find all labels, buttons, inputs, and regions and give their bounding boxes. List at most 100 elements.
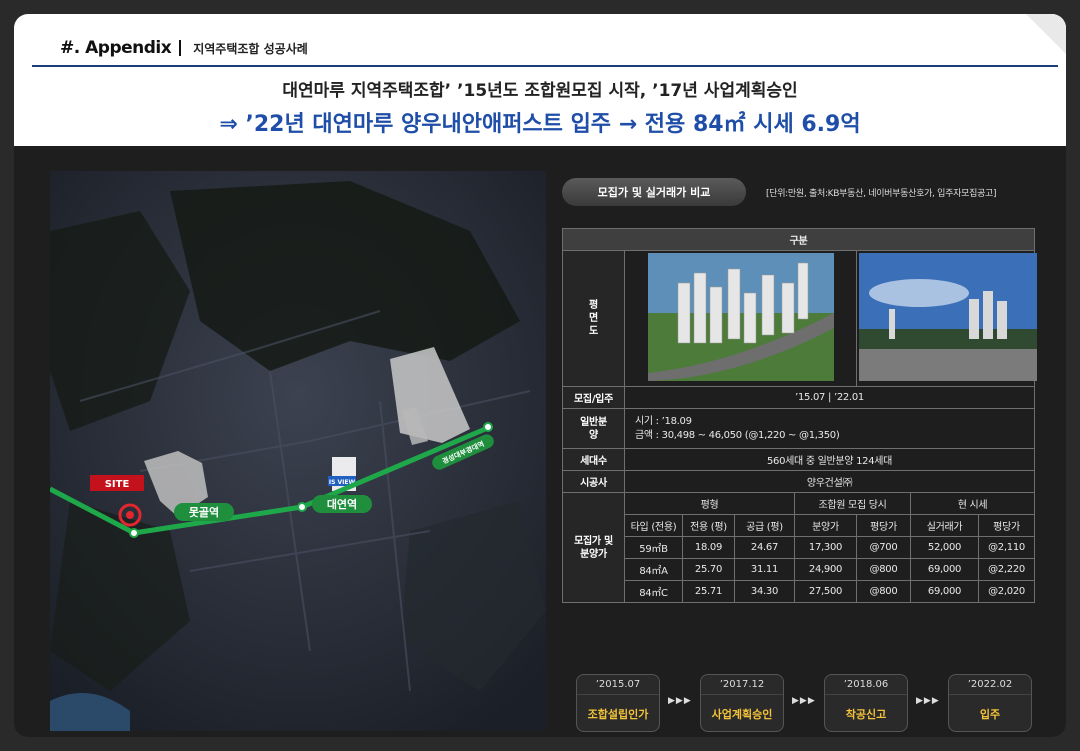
table-cell: 69,000 — [910, 580, 979, 603]
table-cell: @2,020 — [977, 580, 1036, 603]
row-label-builder: 시공사 — [562, 470, 625, 493]
column-header: 공급 (평) — [734, 514, 795, 537]
row-label-text: 일반분양 — [580, 416, 607, 441]
column-header: 타입 (전용) — [624, 514, 683, 537]
row-label-households: 세대수 — [562, 448, 625, 471]
apartment-render-city — [859, 253, 1037, 381]
row-label-recruit: 모집/입주 — [562, 386, 625, 409]
comparison-title: 모집가 및 실거래가 비교 — [562, 178, 746, 206]
row-label-general: 일반분양 — [562, 408, 625, 449]
timeline-date: ’2022.02 — [949, 675, 1031, 695]
column-header: 실거래가 — [910, 514, 979, 537]
table-row: 타입 (전용) 전용 (평) 공급 (평) 분양가 평당가 실거래가 평당가 — [563, 514, 1036, 537]
general-sale-time: 시기 : ’18.09 — [635, 415, 692, 427]
column-header: 평당가 — [856, 514, 911, 537]
table-row: 59㎡B 18.09 24.67 17,300 @700 52,000 @2,1… — [563, 536, 1036, 559]
header-union-time: 조합원 모집 당시 — [794, 492, 911, 515]
table-cell: 25.71 — [682, 580, 735, 603]
station-dot — [297, 502, 307, 512]
table-row: 모집/입주 ’15.07 | ’22.01 — [562, 386, 1036, 409]
timeline-arrow: ▶▶▶ — [668, 696, 692, 706]
table-row: 평면도 — [562, 250, 1037, 387]
table-cell: 27,500 — [794, 580, 857, 603]
timeline-arrow: ▶▶▶ — [916, 696, 940, 706]
timeline-step-construction: ’2018.06 착공신고 — [824, 674, 908, 732]
section-subtitle: 지역주택조합 성공사례 — [193, 41, 308, 56]
title-divider — [179, 40, 182, 56]
render-image-2 — [855, 250, 1037, 387]
timeline-label: 착공신고 — [845, 708, 887, 721]
table-cell: 24,900 — [794, 558, 857, 581]
timeline-label: 조합설립인가 — [587, 708, 649, 721]
recruit-value: ’15.07 | ’22.01 — [623, 386, 1036, 409]
station-dot — [129, 528, 139, 538]
table-row: 시공사 양우건설㈜ — [562, 470, 1036, 493]
row-label-text: 모집가 및 분양가 — [574, 535, 613, 560]
table-cell: @800 — [856, 580, 911, 603]
table-cell: 24.67 — [734, 536, 795, 559]
site-label: SITE — [105, 479, 130, 490]
households-value: 560세대 중 일반분양 124세대 — [623, 448, 1036, 471]
project-timeline: ’2015.07 조합설립인가 ▶▶▶ ’2017.12 사업계획승인 ▶▶▶ … — [576, 674, 1036, 734]
row-label-price: 모집가 및 분양가 — [562, 492, 625, 603]
unit-source-note: [단위:만원, 출처:KB부동산, 네이버부동산호가, 입주자모집공고] — [766, 189, 997, 199]
header-rule — [32, 65, 1058, 67]
timeline-arrow: ▶▶▶ — [792, 696, 816, 706]
table-cell: 18.09 — [682, 536, 735, 559]
table-cell: @2,110 — [977, 536, 1036, 559]
map-canvas: IS VIEW 못골역 대연역 경성대부경대역 SITE — [50, 171, 546, 731]
section-title: #. Appendix — [60, 38, 172, 58]
station-label-daeyeon: 대연역 — [327, 497, 357, 511]
table-cell: 31.11 — [734, 558, 795, 581]
general-sale-info: 시기 : ’18.09 금액 : 30,498 ~ 46,050 (@1,220… — [623, 408, 1036, 449]
table-cell: 52,000 — [910, 536, 979, 559]
timeline-step-movein: ’2022.02 입주 — [948, 674, 1032, 732]
header-pyeong: 평형 — [624, 492, 795, 515]
column-header: 평당가 — [977, 514, 1036, 537]
apartment-render-day — [647, 253, 834, 381]
site-marker-center — [126, 511, 134, 519]
builder-value: 양우건설㈜ — [623, 470, 1036, 493]
timeline-date: ’2015.07 — [577, 675, 659, 695]
table-row: 일반분양 시기 : ’18.09 금액 : 30,498 ~ 46,050 (@… — [562, 408, 1036, 449]
row-label-floorplan: 평면도 — [562, 250, 625, 387]
timeline-date: ’2017.12 — [701, 675, 783, 695]
table-cell: 84㎡A — [624, 558, 683, 581]
slide-frame: #. Appendix 지역주택조합 성공사례 대연마루 지역주택조합’ ’15… — [14, 14, 1066, 737]
table-row: 모집가 및 분양가 평형 조합원 모집 당시 현 시세 — [562, 492, 1036, 603]
slide-header: #. Appendix 지역주택조합 성공사례 대연마루 지역주택조합’ ’15… — [14, 14, 1066, 146]
table-row: 구분 — [561, 228, 1036, 251]
table-cell: 17,300 — [794, 536, 857, 559]
column-header: 전용 (평) — [682, 514, 735, 537]
station-dot — [483, 422, 493, 432]
render-image-1 — [624, 250, 857, 387]
headline-line-1: 대연마루 지역주택조합’ ’15년도 조합원모집 시작, ’17년 사업계획승인 — [282, 81, 798, 101]
table-cell: @2,220 — [977, 558, 1036, 581]
table-cell: 69,000 — [910, 558, 979, 581]
satellite-map: IS VIEW 못골역 대연역 경성대부경대역 SITE — [50, 171, 546, 731]
table-cell: @800 — [856, 558, 911, 581]
header-current: 현 시세 — [909, 492, 1036, 515]
table-header: 구분 — [561, 228, 1036, 251]
timeline-step-establish: ’2015.07 조합설립인가 — [576, 674, 660, 732]
table-cell: @700 — [856, 536, 911, 559]
table-cell: 34.30 — [734, 580, 795, 603]
comparison-table: 구분 평면도 모집/입주 ’15.07 | ’22.01 일반분양 시기: ’… — [561, 228, 1037, 603]
table-cell: 84㎡C — [624, 580, 683, 603]
page-curl — [1026, 14, 1066, 54]
timeline-step-approval: ’2017.12 사업계획승인 — [700, 674, 784, 732]
general-sale-price: 금액 : 30,498 ~ 46,050 (@1,220 ~ @1,350) — [635, 429, 840, 441]
headline-line-2: ⇒ ’22년 대연마루 양우내안애퍼스트 입주 → 전용 84㎡ 시세 6.9억 — [219, 112, 861, 137]
timeline-label: 입주 — [979, 708, 1001, 721]
table-row: 84㎡A 25.70 31.11 24,900 @800 69,000 @2,2… — [563, 558, 1036, 581]
row-label-text: 평면도 — [589, 300, 598, 337]
breadcrumb: #. Appendix 지역주택조합 성공사례 — [60, 36, 308, 60]
table-row: 세대수 560세대 중 일반분양 124세대 — [562, 448, 1036, 471]
table-cell: 59㎡B — [624, 536, 683, 559]
table-cell: 25.70 — [682, 558, 735, 581]
station-label-motgol: 못골역 — [189, 505, 219, 519]
column-header: 분양가 — [794, 514, 857, 537]
table-row: 84㎡C 25.71 34.30 27,500 @800 69,000 @2,0… — [563, 580, 1036, 603]
timeline-label: 사업계획승인 — [711, 708, 773, 721]
timeline-date: ’2018.06 — [825, 675, 907, 695]
